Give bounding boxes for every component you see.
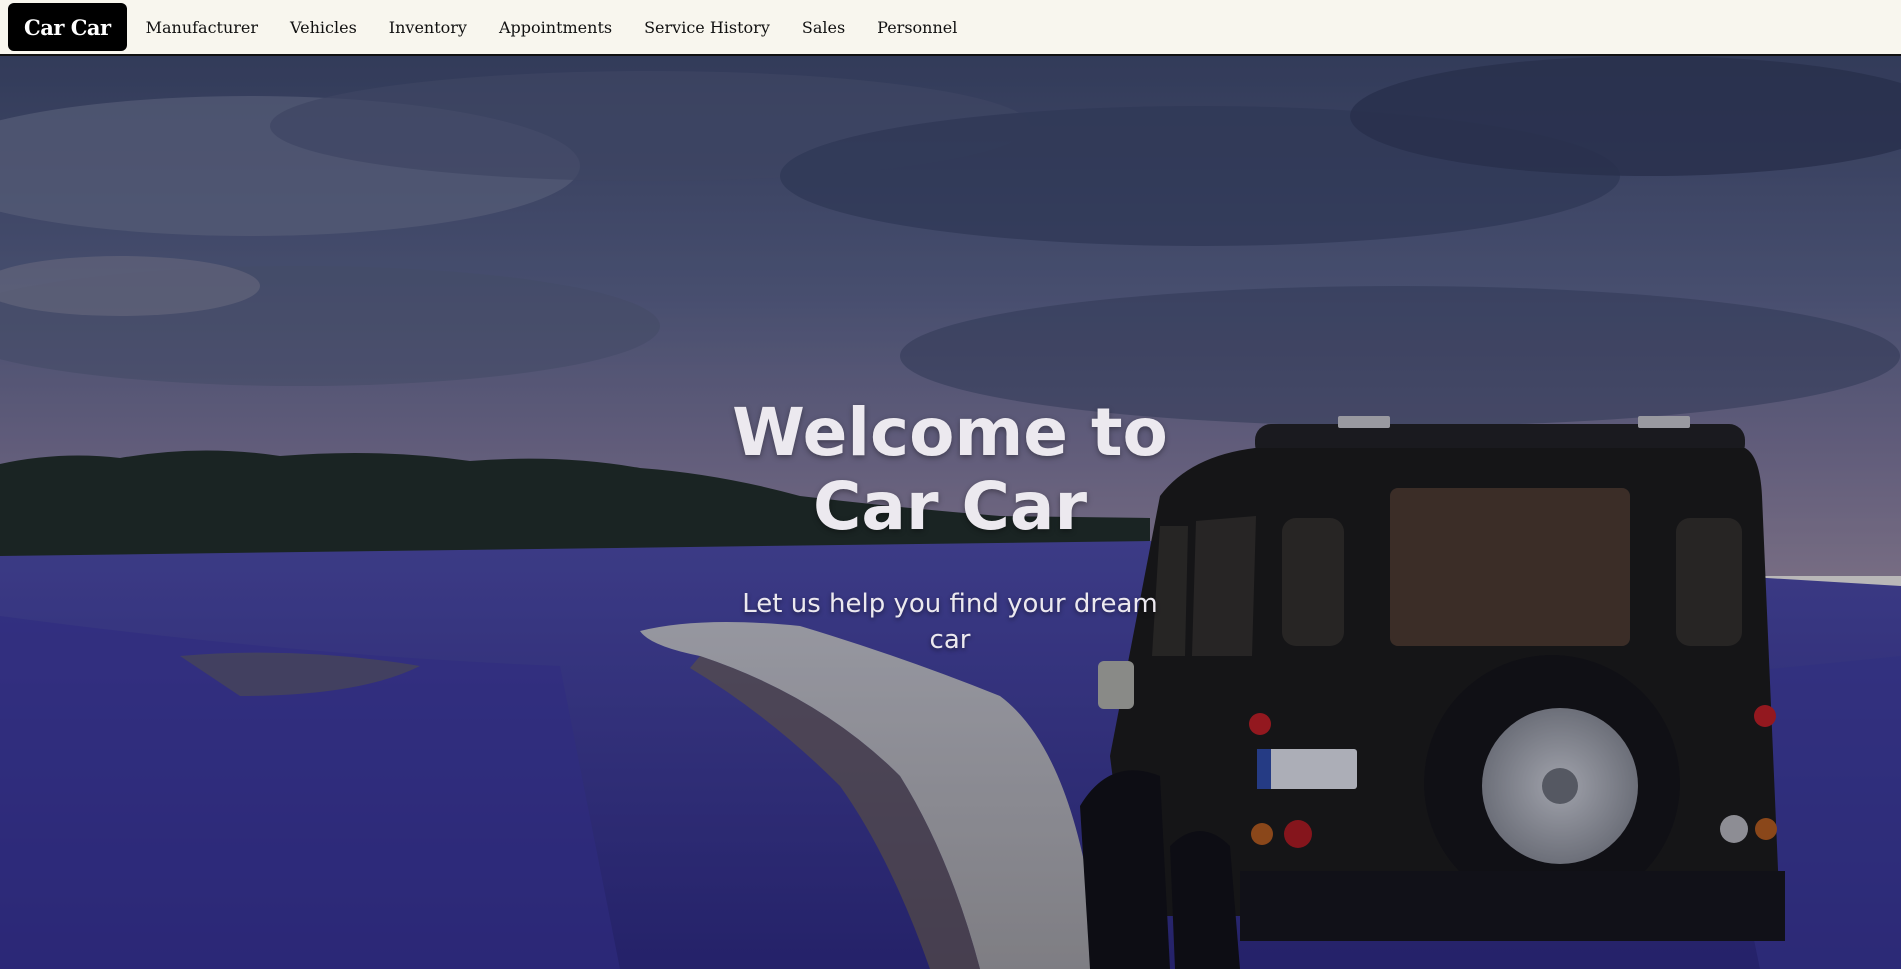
nav-link-personnel[interactable]: Personnel (877, 18, 957, 37)
hero-text-block: Welcome to Car Car Let us help you find … (720, 396, 1180, 658)
hero-section: Welcome to Car Car Let us help you find … (0, 56, 1901, 969)
nav-link-vehicles[interactable]: Vehicles (290, 18, 357, 37)
nav-links: Manufacturer Vehicles Inventory Appointm… (146, 18, 990, 37)
hero-title: Welcome to Car Car (732, 394, 1168, 545)
nav-link-appointments[interactable]: Appointments (499, 18, 612, 37)
nav-link-inventory[interactable]: Inventory (389, 18, 467, 37)
hero-subtitle: Let us help you find your dream car (742, 589, 1158, 655)
top-navbar: Car Car Manufacturer Vehicles Inventory … (0, 0, 1901, 56)
brand-logo-link[interactable]: Car Car (8, 3, 127, 51)
nav-link-manufacturer[interactable]: Manufacturer (146, 18, 258, 37)
nav-link-service-history[interactable]: Service History (644, 18, 770, 37)
nav-link-sales[interactable]: Sales (802, 18, 845, 37)
